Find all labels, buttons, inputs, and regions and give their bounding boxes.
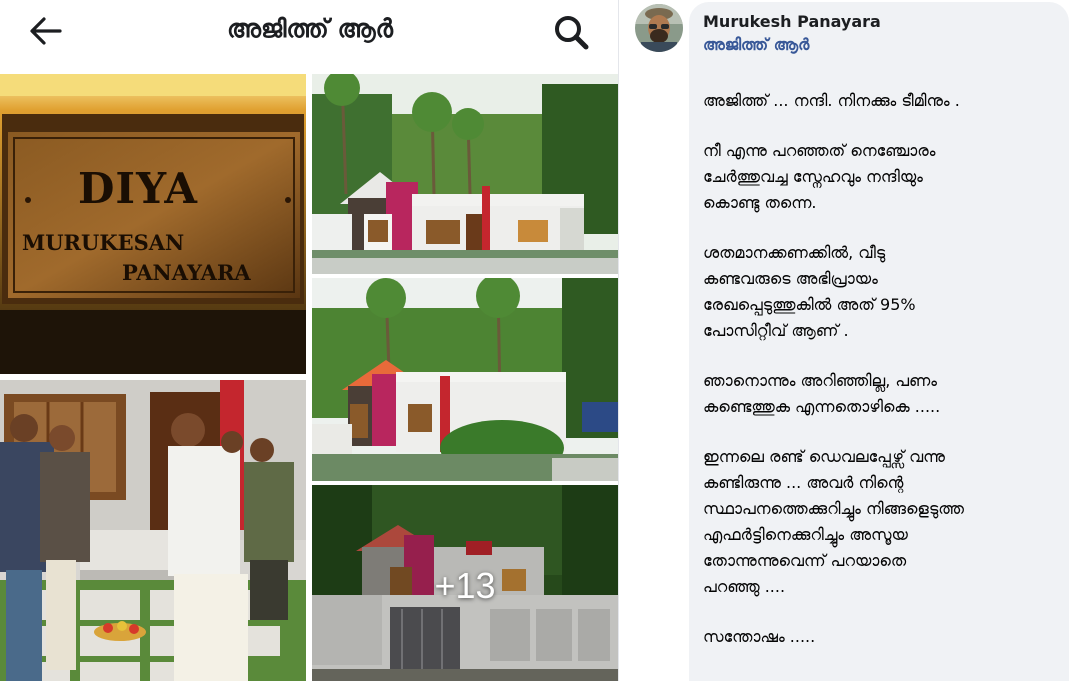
search-icon [555, 16, 589, 50]
nameplate-line-2: MURUKESAN [22, 230, 185, 255]
comment-paragraph-4: ഞാനൊന്നും അറിഞ്ഞില്ല, പണം കണ്ടെത്തുക എന്… [703, 371, 941, 416]
nameplate-line-1: DIYA [78, 164, 198, 213]
gallery-header: അജിത്ത് ആർ [0, 0, 618, 72]
nameplate-image [0, 74, 306, 374]
back-button[interactable] [24, 12, 68, 52]
more-photos-count[interactable]: +13 [312, 565, 618, 607]
photo-gallery-panel: അജിത്ത് ആർ DIYA MURUKESAN PANAYARA +13 [0, 0, 618, 681]
comment-text: അജിത്ത് ... നന്ദി. നിനക്കും ടീമിനും . നീ… [703, 88, 1059, 674]
author-avatar-image [635, 4, 683, 52]
comment-paragraph-3: ശതമാനക്കണക്കിൽ, വീടു കണ്ടവരുടെ അഭിപ്രായം… [703, 243, 916, 340]
tagged-profile-link[interactable]: അജിത്ത് ആർ [703, 35, 809, 55]
page-title: അജിത്ത് ആർ [226, 14, 394, 43]
photo-key-handover[interactable] [0, 380, 306, 681]
comment-panel: Murukesh Panayara അജിത്ത് ആർ അജിത്ത് ...… [618, 0, 1080, 681]
photo-house-side[interactable] [312, 278, 618, 481]
comment-author-name[interactable]: Murukesh Panayara [703, 12, 881, 31]
comment-paragraph-6: സന്തോഷം ..... [703, 627, 816, 646]
avatar[interactable] [635, 4, 683, 52]
house-side-image [312, 278, 618, 481]
photo-house-gate[interactable]: +13 [312, 485, 618, 681]
photo-house-front[interactable] [312, 74, 618, 274]
key-handover-image [0, 380, 306, 681]
photo-nameplate[interactable]: DIYA MURUKESAN PANAYARA [0, 74, 306, 374]
comment-paragraph-1: അജിത്ത് ... നന്ദി. നിനക്കും ടീമിനും . [703, 91, 960, 110]
house-front-image [312, 74, 618, 274]
back-arrow-icon [30, 17, 62, 45]
nameplate-line-3: PANAYARA [122, 260, 251, 285]
search-button[interactable] [548, 10, 594, 54]
comment-paragraph-5: ഇന്നലെ രണ്ട് ഡെവലപ്പേഴ്സ് വന്നു കണ്ടിരുന… [703, 447, 964, 596]
comment-paragraph-2: നീ എന്നു പറഞ്ഞത് നെഞ്ചോരം ചേർത്തുവച്ച സ്… [703, 141, 936, 212]
comment-bubble: Murukesh Panayara അജിത്ത് ആർ അജിത്ത് ...… [689, 2, 1069, 681]
